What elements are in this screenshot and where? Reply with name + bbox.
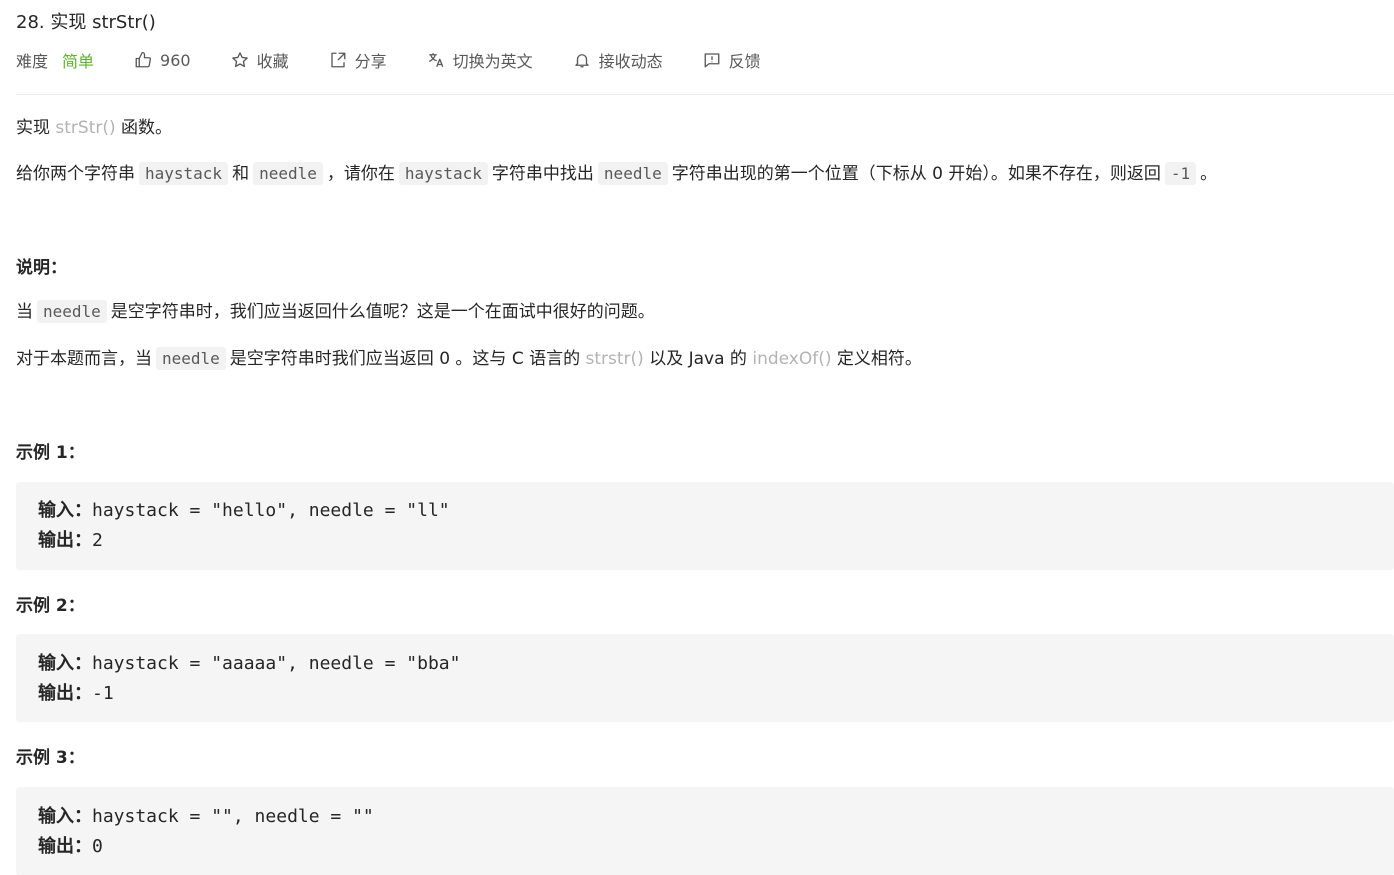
difficulty: 难度 简单: [16, 48, 94, 72]
input-label: 输入：: [38, 500, 92, 521]
share-icon: [330, 52, 346, 68]
subscribe-label: 接收动态: [598, 52, 663, 71]
favorite-button[interactable]: 收藏: [231, 48, 289, 72]
code-needle: needle: [253, 162, 323, 185]
example-input: 输入：haystack = "", needle = "": [38, 802, 374, 828]
difficulty-label: 难度: [16, 52, 49, 71]
share-button[interactable]: 分享: [329, 48, 387, 72]
feedback-icon: [704, 53, 720, 68]
share-label: 分享: [354, 52, 387, 71]
text: 字符串中找出: [491, 164, 594, 184]
example-1-block: 输入：haystack = "hello", needle = "ll" 输出：…: [16, 482, 1394, 570]
translate-icon: [428, 53, 443, 68]
example-output: 输出：2: [38, 526, 103, 552]
desc-paragraph-2: 给你两个字符串 haystack 和 needle ，请你在 haystack 字符串中找出…: [16, 161, 1217, 187]
favorite-label: 收藏: [256, 52, 289, 71]
java-indexof-link[interactable]: indexOf(): [752, 349, 831, 369]
text: 当: [16, 302, 33, 322]
text: 实现: [16, 118, 50, 138]
output-label: 输出：: [38, 530, 92, 551]
input-label: 输入：: [38, 653, 92, 674]
text: 以及 Java 的: [649, 349, 747, 369]
output-label: 输出：: [38, 683, 92, 704]
example-3-title: 示例 3：: [16, 748, 85, 768]
subscribe-button[interactable]: 接收动态: [573, 48, 663, 72]
star-icon: [231, 52, 248, 68]
like-count: 960: [160, 50, 191, 70]
example-2-title: 示例 2：: [16, 596, 85, 616]
c-strstr-link[interactable]: strstr(): [586, 349, 644, 369]
problem-meta-bar: 难度 简单 960 收藏 分享 切换为英文 接收动态 反馈: [16, 46, 801, 74]
note-heading: 说明：: [16, 258, 67, 278]
like-button[interactable]: 960: [134, 51, 191, 70]
text: 是空字符串时，我们应当返回什么值呢？这是一个在面试中很好的问题。: [110, 302, 655, 322]
text: 。: [1200, 164, 1218, 184]
code-needle: needle: [37, 300, 107, 323]
example-3-block: 输入：haystack = "", needle = "" 输出：0: [16, 787, 1394, 875]
code-needle: needle: [597, 162, 668, 185]
text: 和: [232, 164, 250, 184]
example-2-block: 输入：haystack = "aaaaa", needle = "bba" 输出…: [16, 634, 1394, 722]
example-output: 输出：-1: [38, 679, 114, 705]
thumbs-up-icon: [135, 51, 152, 68]
difficulty-value: 简单: [62, 52, 95, 71]
input-value: haystack = "hello", needle = "ll": [92, 500, 450, 521]
desc-paragraph-1: 实现 strStr() 函数。: [16, 115, 172, 141]
output-value: -1: [92, 683, 114, 704]
desc-paragraph-3: 当 needle 是空字符串时，我们应当返回什么值呢？这是一个在面试中很好的问题。: [16, 299, 655, 325]
feedback-button[interactable]: 反馈: [703, 48, 761, 72]
code-minus-one: -1: [1164, 162, 1197, 185]
code-haystack: haystack: [139, 162, 229, 185]
input-value: haystack = "aaaaa", needle = "bba": [92, 653, 461, 674]
text: 是空字符串时我们应当返回 0 。这与 C 语言的: [229, 349, 581, 369]
example-1-title: 示例 1：: [16, 443, 85, 463]
output-label: 输出：: [38, 836, 92, 857]
switch-language-label: 切换为英文: [452, 52, 533, 71]
code-needle: needle: [156, 347, 226, 370]
example-input: 输入：haystack = "aaaaa", needle = "bba": [38, 649, 460, 675]
feedback-label: 反馈: [728, 52, 761, 71]
output-value: 2: [92, 530, 103, 551]
problem-title: 28. 实现 strStr(): [16, 12, 156, 33]
bell-icon: [574, 54, 589, 68]
desc-paragraph-4: 对于本题而言，当 needle 是空字符串时我们应当返回 0 。这与 C 语言的 s…: [16, 346, 922, 372]
divider: [16, 94, 1394, 95]
input-label: 输入：: [38, 806, 92, 827]
strstr-link[interactable]: strStr(): [55, 118, 115, 138]
text: 函数。: [121, 118, 173, 138]
text: ，请你在: [326, 164, 395, 184]
input-value: haystack = "", needle = "": [92, 806, 374, 827]
text: 对于本题而言，当: [16, 349, 152, 369]
text: 字符串出现的第一个位置（下标从 0 开始）。如果不存在，则返回: [671, 164, 1161, 184]
example-output: 输出：0: [38, 832, 103, 858]
example-input: 输入：haystack = "hello", needle = "ll": [38, 496, 450, 522]
text: 定义相符。: [836, 349, 922, 369]
code-haystack: haystack: [398, 162, 488, 185]
text: 给你两个字符串: [16, 164, 135, 184]
switch-language-button[interactable]: 切换为英文: [427, 48, 533, 72]
output-value: 0: [92, 836, 103, 857]
